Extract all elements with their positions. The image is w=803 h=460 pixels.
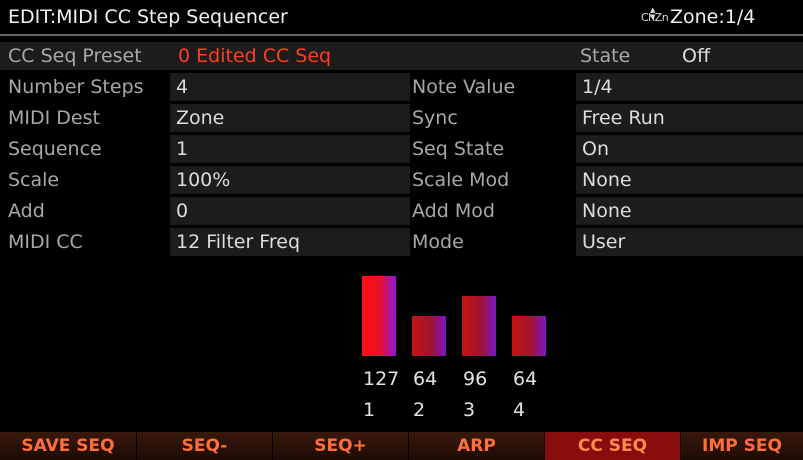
add-mod-label: Add Mod xyxy=(412,200,495,222)
sequence-label: Sequence xyxy=(8,138,102,160)
seq-state-value[interactable]: On xyxy=(576,135,803,163)
step-bar-2[interactable] xyxy=(412,316,446,356)
sequence-value[interactable]: 1 xyxy=(170,135,410,163)
midi-dest-label: MIDI Dest xyxy=(8,107,100,129)
cc-seq-button[interactable]: CC SEQ xyxy=(545,432,681,460)
imp-seq-button[interactable]: IMP SEQ xyxy=(681,432,803,460)
step-value-label-4: 64 xyxy=(513,368,538,390)
scale-value[interactable]: 100% xyxy=(170,166,410,194)
midi-dest-value[interactable]: Zone xyxy=(170,104,410,132)
scale-mod-value[interactable]: None xyxy=(576,166,803,194)
midi-cc-label: MIDI CC xyxy=(8,231,83,253)
step-bar-3[interactable] xyxy=(462,296,496,356)
sync-label: Sync xyxy=(412,107,458,129)
zone-indicator: Zone:1/4 xyxy=(670,6,756,28)
step-number-label-1: 1 xyxy=(363,399,376,421)
channel-zone-icon[interactable]: ChZn ▲ ▼ xyxy=(641,6,669,28)
title-bar: EDIT:MIDI CC Step Sequencer ChZn ▲ ▼ Zone… xyxy=(0,0,803,36)
seq-state-label: Seq State xyxy=(412,138,505,160)
up-down-arrow-icon: ▲ ▼ xyxy=(650,6,656,21)
add-label: Add xyxy=(8,200,45,222)
note-value-label: Note Value xyxy=(412,76,516,98)
arp-button[interactable]: ARP xyxy=(409,432,545,460)
add-value[interactable]: 0 xyxy=(170,197,410,225)
seq-minus-button[interactable]: SEQ- xyxy=(137,432,273,460)
step-value-label-1: 127 xyxy=(363,368,400,390)
step-bar-4[interactable] xyxy=(512,316,546,356)
add-mod-value[interactable]: None xyxy=(576,197,803,225)
page-title: EDIT:MIDI CC Step Sequencer xyxy=(8,6,288,28)
step-number-label-3: 3 xyxy=(463,399,476,421)
note-value-value[interactable]: 1/4 xyxy=(576,73,803,101)
mode-value[interactable]: User xyxy=(576,228,803,256)
state-value[interactable]: Off xyxy=(676,42,803,70)
scale-label: Scale xyxy=(8,169,60,191)
midi-cc-value[interactable]: 12 Filter Freq xyxy=(170,228,410,256)
preset-label: CC Seq Preset xyxy=(0,42,172,70)
step-number-label-4: 4 xyxy=(513,399,526,421)
soft-button-bar: SAVE SEQ SEQ- SEQ+ ARP CC SEQ IMP SEQ xyxy=(0,432,803,460)
sync-value[interactable]: Free Run xyxy=(576,104,803,132)
state-label: State xyxy=(576,42,676,70)
step-value-label-3: 96 xyxy=(463,368,488,390)
preset-value[interactable]: 0 Edited CC Seq xyxy=(172,42,576,70)
number-steps-value[interactable]: 4 xyxy=(170,73,410,101)
step-bar-1[interactable] xyxy=(362,276,396,356)
number-steps-label: Number Steps xyxy=(8,76,144,98)
step-value-label-2: 64 xyxy=(413,368,438,390)
save-seq-button[interactable]: SAVE SEQ xyxy=(0,432,137,460)
step-number-label-2: 2 xyxy=(413,399,426,421)
scale-mod-label: Scale Mod xyxy=(412,169,510,191)
mode-label: Mode xyxy=(412,231,464,253)
seq-plus-button[interactable]: SEQ+ xyxy=(273,432,409,460)
